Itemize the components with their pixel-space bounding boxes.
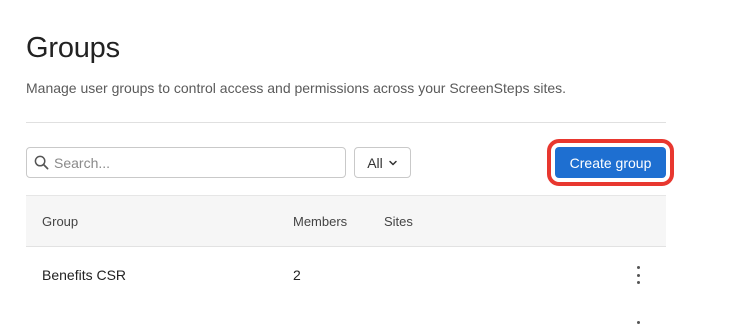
group-name[interactable]: Benefits CSR — [42, 267, 126, 283]
column-header-members[interactable]: Members — [293, 214, 347, 229]
more-vertical-icon[interactable] — [632, 321, 644, 325]
search-icon — [34, 155, 49, 170]
page-title: Groups — [26, 32, 120, 64]
groups-table: Group Members Sites Benefits CSR 2 — [26, 195, 666, 303]
page-subtitle: Manage user groups to control access and… — [26, 80, 567, 96]
create-group-button[interactable]: Create group — [555, 147, 666, 178]
column-header-group[interactable]: Group — [42, 214, 78, 229]
filter-value: All — [367, 154, 383, 171]
group-member-count: 2 — [293, 267, 301, 283]
table-header: Group Members Sites — [26, 195, 666, 247]
chevron-down-icon — [388, 158, 398, 168]
search-box[interactable] — [26, 147, 346, 178]
filter-dropdown[interactable]: All — [354, 147, 411, 178]
table-row[interactable]: Benefits CSR 2 — [26, 247, 666, 303]
search-input[interactable] — [54, 154, 334, 171]
more-vertical-icon[interactable] — [632, 266, 644, 284]
column-header-sites[interactable]: Sites — [384, 214, 413, 229]
header-divider — [26, 122, 666, 123]
